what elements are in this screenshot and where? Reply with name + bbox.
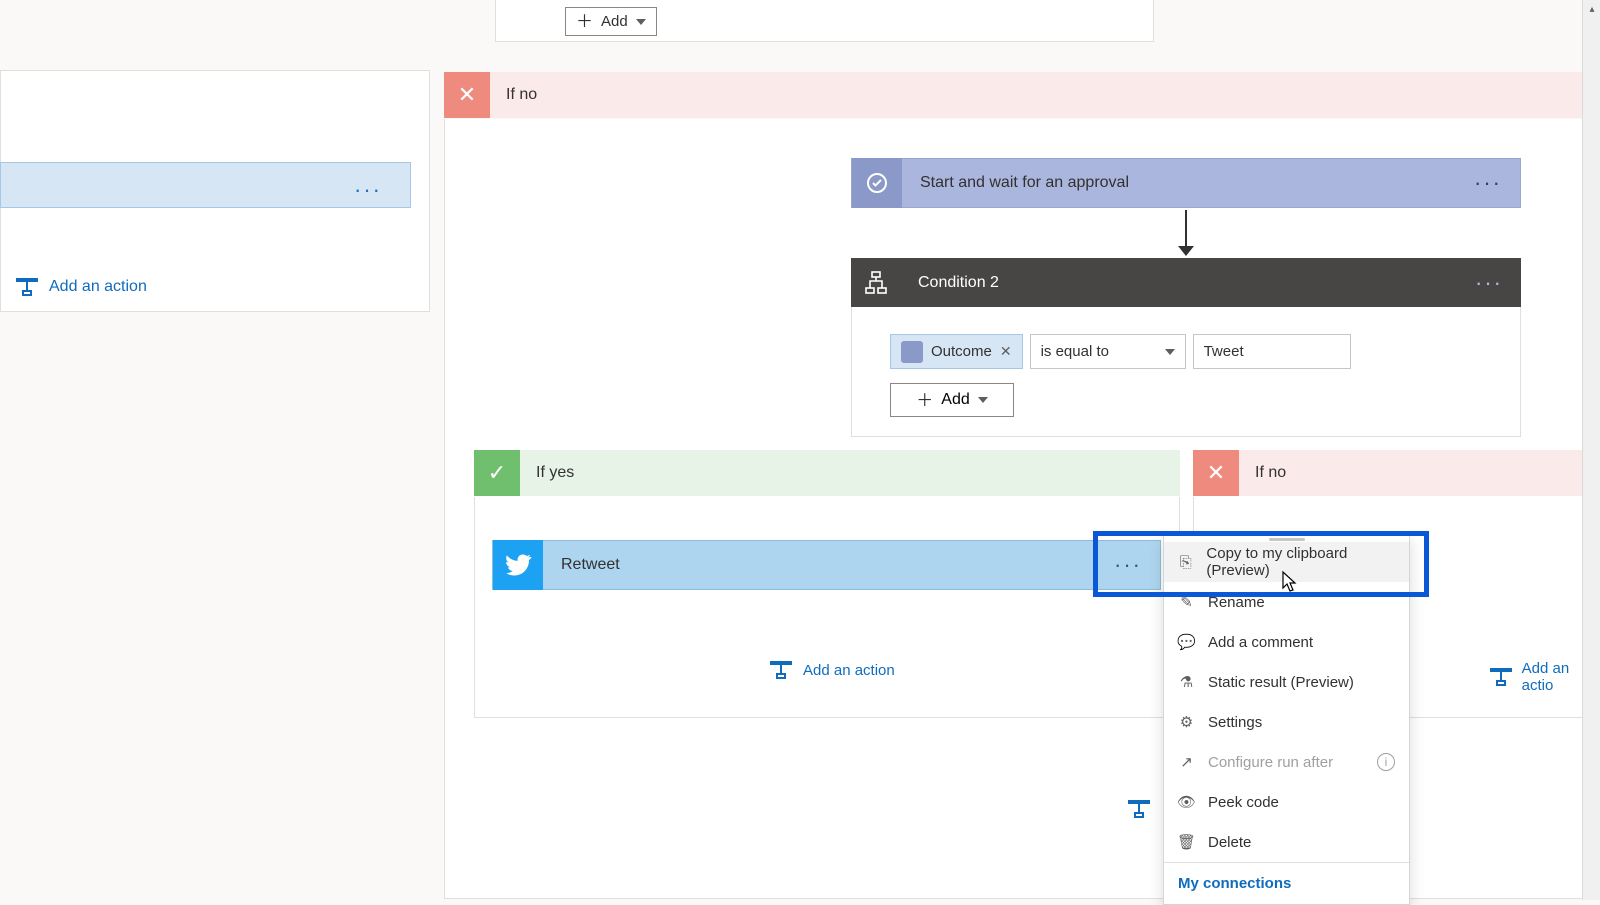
flow-icon — [1490, 668, 1511, 686]
drag-grip — [1269, 538, 1305, 541]
flow-icon — [16, 278, 38, 296]
menu-settings[interactable]: ⚙ Settings — [1164, 702, 1409, 742]
condition-body: Outcome ✕ is equal to Tweet ＋ Add — [851, 307, 1521, 437]
left-action-card[interactable]: ··· — [0, 162, 411, 208]
menu-label: Rename — [1208, 594, 1265, 611]
menu-delete[interactable]: 🗑 Delete — [1164, 822, 1409, 862]
arrow-head-icon — [1178, 246, 1194, 256]
operator-label: is equal to — [1041, 343, 1109, 360]
more-icon[interactable]: ··· — [1474, 170, 1502, 196]
plus-icon: ＋ — [576, 13, 593, 30]
if-yes-header: ✓ If yes — [474, 450, 1180, 496]
add-label: Add — [941, 391, 969, 409]
menu-label: Add a comment — [1208, 634, 1313, 651]
retweet-title: Retweet — [561, 556, 1096, 574]
if-no-2-header: ✕ If no — [1193, 450, 1600, 496]
menu-label: Settings — [1208, 714, 1262, 731]
remove-icon[interactable]: ✕ — [1000, 343, 1012, 360]
approval-icon — [852, 158, 902, 208]
menu-label: Configure run after — [1208, 754, 1333, 771]
menu-copy-clipboard[interactable]: ⎘ Copy to my clipboard (Preview) — [1164, 542, 1409, 582]
menu-my-connections[interactable]: My connections — [1164, 862, 1409, 904]
branch-icon: ↗ — [1178, 754, 1195, 771]
plus-icon: ＋ — [916, 392, 933, 409]
trash-icon: 🗑 — [1178, 834, 1195, 851]
if-yes-label: If yes — [536, 464, 574, 482]
chevron-down-icon — [636, 19, 646, 25]
more-icon[interactable]: ··· — [354, 177, 382, 203]
menu-add-comment[interactable]: 💬 Add a comment — [1164, 622, 1409, 662]
condition-icon — [851, 258, 900, 307]
menu-configure-run-after: ↗ Configure run after i — [1164, 742, 1409, 782]
if-no-2-label: If no — [1255, 464, 1286, 482]
x-icon: ✕ — [1193, 450, 1239, 496]
value-text: Tweet — [1204, 343, 1244, 360]
add-action-link-bottom[interactable] — [1128, 800, 1150, 818]
menu-label: Copy to my clipboard (Preview) — [1206, 545, 1395, 579]
flow-icon — [1128, 800, 1150, 818]
comment-icon: 💬 — [1178, 634, 1195, 651]
flow-icon — [770, 661, 792, 679]
gear-icon: ⚙ — [1178, 714, 1195, 731]
menu-label: Static result (Preview) — [1208, 674, 1354, 691]
context-menu: ⎘ Copy to my clipboard (Preview) ✎ Renam… — [1163, 535, 1410, 905]
add-action-link-left[interactable]: Add an action — [16, 278, 147, 296]
dynamic-value-pill[interactable]: Outcome ✕ — [890, 334, 1023, 369]
add-action-label: Add an action — [49, 278, 147, 296]
chevron-down-icon — [978, 397, 988, 403]
vertical-scrollbar[interactable]: ▴ — [1582, 0, 1600, 900]
x-icon: ✕ — [444, 72, 490, 118]
clipboard-icon: ⎘ — [1178, 554, 1193, 571]
more-icon[interactable]: ··· — [1475, 270, 1503, 296]
info-icon[interactable]: i — [1377, 753, 1395, 771]
condition-header[interactable]: Condition 2 ··· — [851, 258, 1521, 307]
pencil-icon: ✎ — [1178, 594, 1195, 611]
add-action-label: Add an action — [803, 662, 895, 679]
scroll-up-button[interactable]: ▴ — [1583, 0, 1600, 18]
chevron-down-icon — [1165, 349, 1175, 355]
operator-dropdown[interactable]: is equal to — [1030, 334, 1186, 369]
menu-peek-code[interactable]: 👁 Peek code — [1164, 782, 1409, 822]
if-no-label: If no — [506, 86, 537, 104]
add-button-condition[interactable]: ＋ Add — [890, 383, 1014, 417]
add-action-link-yes[interactable]: Add an action — [770, 661, 895, 679]
check-icon: ✓ — [474, 450, 520, 496]
approval-title: Start and wait for an approval — [920, 174, 1129, 192]
eye-icon: 👁 — [1178, 794, 1195, 811]
if-yes-body — [474, 497, 1180, 718]
flask-icon: ⚗ — [1178, 674, 1195, 691]
add-label: Add — [601, 13, 628, 30]
menu-rename[interactable]: ✎ Rename — [1164, 582, 1409, 622]
outcome-icon — [901, 341, 923, 363]
retweet-card[interactable]: Retweet ··· — [492, 540, 1161, 590]
menu-label: Peek code — [1208, 794, 1279, 811]
if-no-header: ✕ If no — [444, 72, 1600, 118]
arrow-line — [1185, 210, 1187, 248]
pill-text: Outcome — [931, 343, 992, 360]
condition-title: Condition 2 — [918, 274, 999, 292]
value-input[interactable]: Tweet — [1193, 334, 1351, 369]
add-button-top[interactable]: ＋ Add — [565, 7, 657, 36]
menu-label: My connections — [1178, 875, 1291, 892]
menu-static-result[interactable]: ⚗ Static result (Preview) — [1164, 662, 1409, 702]
approval-card[interactable]: Start and wait for an approval ··· — [851, 158, 1521, 208]
menu-label: Delete — [1208, 834, 1251, 851]
twitter-icon — [493, 540, 543, 590]
more-icon[interactable]: ··· — [1096, 552, 1160, 578]
